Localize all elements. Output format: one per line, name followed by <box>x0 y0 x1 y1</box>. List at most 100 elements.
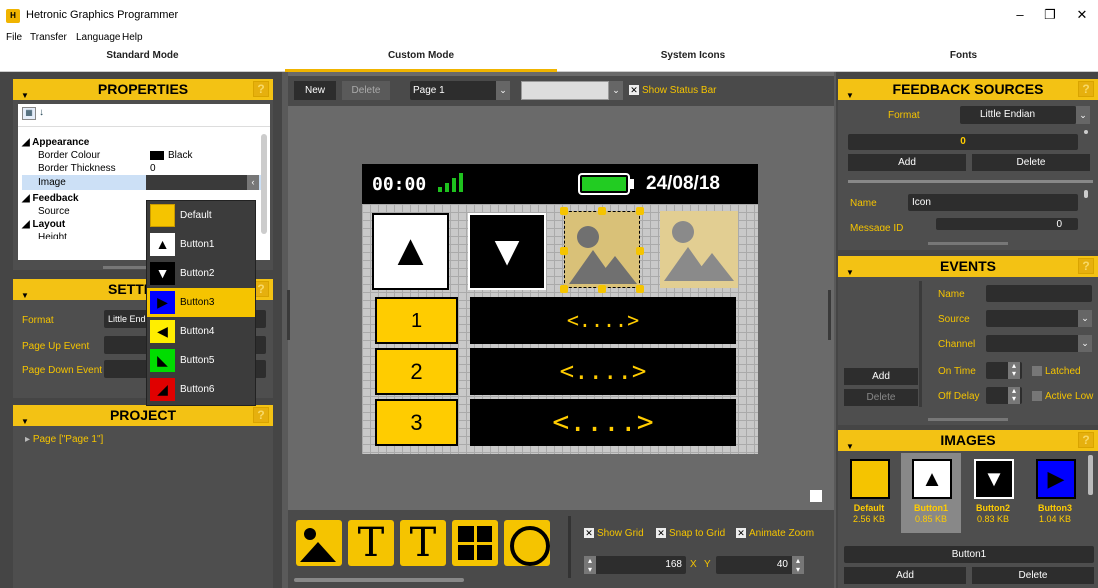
resize-handle[interactable] <box>560 207 568 215</box>
help-icon[interactable]: ? <box>1078 432 1094 448</box>
splitter[interactable] <box>928 418 1008 421</box>
prop-value-border-colour[interactable]: Black <box>168 149 192 162</box>
image-add-button[interactable]: Add <box>844 567 966 584</box>
page-select[interactable]: Page 1 <box>410 81 508 100</box>
image-item-button3[interactable]: ▶ <box>1028 455 1082 501</box>
chevron-down-icon[interactable]: ⌄ <box>496 81 510 100</box>
image-item-button2[interactable]: ▼ <box>966 455 1020 501</box>
project-header[interactable]: ▼ PROJECT ? <box>13 405 273 426</box>
splitter[interactable] <box>928 242 1008 245</box>
tab-fonts[interactable]: Fonts <box>829 46 1098 72</box>
label-widget-3[interactable]: 3 <box>375 399 458 446</box>
image-widget[interactable] <box>660 211 738 288</box>
arrow-text-widget-2[interactable]: <....> <box>470 348 736 395</box>
chevron-down-icon[interactable]: ⌄ <box>1078 310 1092 327</box>
help-icon[interactable]: ? <box>253 407 269 423</box>
resize-handle[interactable] <box>636 247 644 255</box>
show-status-bar-checkbox[interactable]: ✕ Show Status Bar <box>629 85 716 96</box>
image-item-default[interactable] <box>842 455 896 501</box>
project-tree-item[interactable]: ▸ Page ["Page 1"] <box>25 434 103 445</box>
resize-handle[interactable] <box>598 285 606 293</box>
image-name-input[interactable]: Button1 <box>844 546 1094 563</box>
screen-preview[interactable]: 00:00 24/08/18 ▲ ▼ 1 <....> 2 <....> 3 <… <box>362 164 758 454</box>
image-dropdown-field[interactable] <box>146 175 259 190</box>
button2-widget[interactable]: ▼ <box>468 213 546 290</box>
checkbox-icon[interactable]: ✕ <box>736 528 746 539</box>
stepper-icon[interactable]: ▴ ▾ <box>792 556 804 574</box>
arrow-text-widget-1[interactable]: <....> <box>470 297 736 344</box>
gauge-tool-icon[interactable] <box>504 520 550 566</box>
image-widget-selected[interactable] <box>564 211 640 288</box>
tree-expand-icon[interactable]: ▸ <box>25 434 33 445</box>
feedback-sources-header[interactable]: ▼ FEEDBACK SOURCES ? <box>838 79 1098 100</box>
resize-handle[interactable] <box>636 207 644 215</box>
group-appearance[interactable]: ◢ Appearance <box>22 136 89 149</box>
dropdown-option-button1[interactable]: ▲ Button1 <box>147 230 255 259</box>
restore-icon[interactable]: ❐ <box>1040 7 1060 25</box>
resize-handle[interactable] <box>636 285 644 293</box>
dropdown-option-button6[interactable]: ◢ Button6 <box>147 375 255 404</box>
delete-page-button[interactable]: Delete <box>342 81 390 100</box>
scroll-handle[interactable] <box>828 290 831 340</box>
arrow-text-widget-3[interactable]: <....> <box>470 399 736 446</box>
prop-value-border-thickness[interactable]: 0 <box>150 162 156 175</box>
scrollbar[interactable] <box>261 134 267 234</box>
feedback-delete-button[interactable]: Delete <box>972 154 1090 171</box>
categorized-icon[interactable]: ▦ <box>22 107 36 120</box>
event-source-select[interactable] <box>986 310 1092 327</box>
feedback-name-input[interactable]: Icon <box>908 194 1078 211</box>
help-icon[interactable]: ? <box>1078 258 1094 274</box>
tab-standard-mode[interactable]: Standard Mode <box>0 46 285 72</box>
properties-header[interactable]: ▼ PROPERTIES ? <box>13 79 273 100</box>
resize-handle[interactable] <box>560 285 568 293</box>
group-layout[interactable]: ◢ Layout <box>22 218 65 231</box>
message-id-input[interactable]: 0 <box>936 218 1078 230</box>
help-icon[interactable]: ? <box>1078 81 1094 97</box>
x-input[interactable]: 168 <box>584 556 686 574</box>
horizontal-scrollbar[interactable] <box>294 578 464 582</box>
label-widget-2[interactable]: 2 <box>375 348 458 395</box>
animate-zoom-checkbox[interactable]: ✕ Animate Zoom <box>736 528 814 539</box>
feedback-value[interactable]: 0 <box>848 134 1078 150</box>
grid-tool-icon[interactable] <box>452 520 498 566</box>
image-delete-button[interactable]: Delete <box>972 567 1094 584</box>
group-feedback[interactable]: ◢ Feedback <box>22 192 79 205</box>
resize-handle[interactable] <box>598 207 606 215</box>
dropdown-option-button3[interactable]: ▶ Button3 <box>147 288 255 317</box>
dropdown-option-default[interactable]: Default <box>147 201 255 230</box>
event-channel-select[interactable] <box>986 335 1092 352</box>
images-header[interactable]: ▼ IMAGES ? <box>838 430 1098 451</box>
feedback-add-button[interactable]: Add <box>848 154 966 171</box>
help-icon[interactable]: ? <box>253 81 269 97</box>
event-delete-button[interactable]: Delete <box>844 389 918 406</box>
scrollbar[interactable] <box>1088 455 1093 495</box>
dropdown-option-button5[interactable]: ◣ Button5 <box>147 346 255 375</box>
checkbox-icon[interactable]: ✕ <box>629 85 639 96</box>
text-edit-tool-icon[interactable]: T <box>400 520 446 566</box>
y-input[interactable]: 40 <box>716 556 804 574</box>
menu-file[interactable]: File <box>6 32 22 43</box>
latched-checkbox[interactable]: Latched <box>1032 366 1081 377</box>
resize-handle[interactable] <box>560 247 568 255</box>
dropdown-option-button2[interactable]: ▼ Button2 <box>147 259 255 288</box>
feedback-format-select[interactable]: Little Endian <box>960 106 1076 124</box>
checkbox-icon[interactable] <box>1032 391 1042 402</box>
close-icon[interactable]: ✕ <box>1072 7 1092 25</box>
event-add-button[interactable]: Add <box>844 368 918 385</box>
show-grid-checkbox[interactable]: ✕ Show Grid <box>584 528 644 539</box>
chevron-down-icon[interactable]: ⌄ <box>1078 335 1092 352</box>
stepper-icon[interactable]: ▴ ▾ <box>1008 362 1020 379</box>
checkbox-icon[interactable]: ✕ <box>584 528 594 539</box>
sort-az-icon[interactable]: ↓ <box>39 107 44 118</box>
events-header[interactable]: ▼ EVENTS ? <box>838 256 1098 277</box>
chevron-down-icon[interactable]: ⌄ <box>1076 106 1090 124</box>
menu-language[interactable]: Language <box>76 32 121 43</box>
stepper-icon[interactable]: ▴ ▾ <box>584 556 596 574</box>
menu-help[interactable]: Help <box>122 32 143 43</box>
new-page-button[interactable]: New <box>294 81 336 100</box>
color-select[interactable] <box>521 81 609 100</box>
resize-corner[interactable] <box>810 490 822 502</box>
minimize-icon[interactable]: – <box>1010 7 1030 25</box>
tab-custom-mode[interactable]: Custom Mode <box>285 46 557 72</box>
checkbox-icon[interactable] <box>1032 366 1042 377</box>
